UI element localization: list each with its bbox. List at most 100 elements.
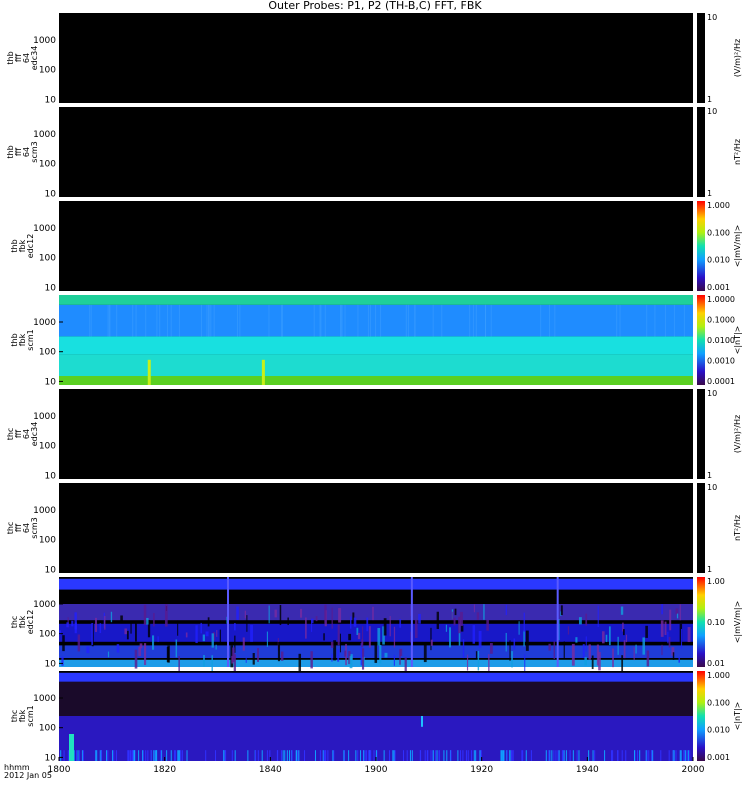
spectrogram-stripe <box>389 616 391 637</box>
panel-label-line: scm1 <box>26 705 35 726</box>
colorbar-label: (V/m)²/Hz <box>733 39 742 77</box>
spectrogram-stripe <box>361 639 364 648</box>
y-tick-label: 100 <box>39 254 56 264</box>
colorbar-tick-label: 1 <box>707 565 712 574</box>
y-tick-label: 1000 <box>33 694 56 704</box>
panel-background <box>59 13 693 103</box>
spectrogram-stripe <box>585 613 588 626</box>
spectrogram-stripe <box>211 655 213 673</box>
y-tick-label: 10 <box>45 471 57 481</box>
spectrogram-stripe <box>319 304 321 337</box>
spectrogram-stripe <box>161 750 163 761</box>
panel-label: thb fff 64 scm3 <box>6 141 39 162</box>
spectrogram-stripe <box>685 750 687 761</box>
panel-label-line: edc34 <box>30 46 39 71</box>
spectrogram-stripe <box>147 750 149 761</box>
spectrogram-stripe <box>366 750 368 761</box>
spectrogram-burst <box>410 577 413 667</box>
spectrogram-stripe <box>71 620 74 627</box>
spectrogram-stripe <box>159 304 161 337</box>
spectrogram-stripe <box>268 304 270 337</box>
spectrogram-stripe <box>575 637 578 643</box>
spectrogram-stripe <box>62 635 65 652</box>
spectrogram-stripe <box>215 644 217 650</box>
y-tick-label: 10 <box>45 189 57 199</box>
colorbar <box>697 389 705 479</box>
spectrogram-band <box>59 672 693 682</box>
spectrogram-stripe <box>99 623 102 634</box>
spectrogram-stripe <box>545 750 547 761</box>
spectrogram-stripe <box>120 615 123 623</box>
spectrogram-stripe <box>449 627 451 648</box>
spectrogram-stripe <box>266 631 269 647</box>
spectrogram-stripe <box>578 750 580 761</box>
spectrogram-stripe <box>115 750 117 761</box>
spectrogram-stripe <box>521 750 523 761</box>
spectrogram-stripe <box>617 636 619 655</box>
colorbar <box>697 107 705 197</box>
spectrogram-stripe <box>66 622 69 628</box>
spectrogram-stripe <box>505 632 507 652</box>
spectrogram-stripe <box>563 641 565 660</box>
colorbar-tick-label: 0.001 <box>707 283 730 292</box>
spectrogram-stripe <box>687 750 689 761</box>
spectrogram-stripe <box>234 623 236 631</box>
spectrogram-stripe <box>406 750 408 761</box>
spectrogram-stripe <box>563 750 565 761</box>
panel-background <box>59 483 693 573</box>
spectrogram-stripe <box>160 750 162 761</box>
spectrogram-panel: 1000 100 10 thb fbk scm1 1.0000 0.1000 0.0100 0.0… <box>10 295 742 387</box>
spectrogram-stripe <box>174 750 176 761</box>
spectrogram-stripe <box>393 626 396 648</box>
spectrogram-stripe <box>138 750 140 761</box>
spectrogram-stripe <box>286 750 288 761</box>
panel-label-line: scm3 <box>30 141 39 162</box>
panel-label: thb fbk scm1 <box>10 329 35 350</box>
spectrogram-burst <box>69 734 74 761</box>
spectrogram-stripe <box>331 607 333 629</box>
panel-background <box>59 201 693 291</box>
spectrogram-burst <box>421 716 423 727</box>
spectrogram-stripe <box>512 750 514 761</box>
spectrogram-stripe <box>383 618 387 636</box>
colorbar-label-text: (V/m)²/Hz <box>733 39 742 77</box>
spectrogram-stripe <box>623 640 626 659</box>
spectrogram-stripe <box>379 644 382 664</box>
panel-label-line: edc34 <box>30 422 39 447</box>
spectrogram-burst <box>227 577 230 667</box>
spectrogram-stripe <box>465 750 467 761</box>
spectrogram-stripe <box>116 304 118 337</box>
spectrogram-stripe <box>420 750 422 761</box>
spectrogram-stripe <box>178 750 180 761</box>
spectrogram-stripe <box>304 750 306 761</box>
spectrogram-stripe <box>411 750 413 761</box>
spectrogram-stripe <box>75 750 77 761</box>
spectrogram-stripe <box>407 304 409 337</box>
spectrogram-stripe <box>471 750 473 761</box>
spectrogram-stripe <box>282 750 284 761</box>
spectrogram-stripe <box>205 750 207 761</box>
colorbar-label-text: <|nT|> <box>733 702 742 731</box>
y-tick-label: 100 <box>39 160 56 170</box>
spectrogram-stripe <box>357 750 359 761</box>
colorbar-tick-label: 1.000 <box>707 201 730 210</box>
spectrogram-stripe <box>687 627 691 643</box>
spectrogram-stripe <box>511 750 513 761</box>
spectrogram-stripe <box>257 648 259 662</box>
spectrogram-stripe <box>548 750 550 761</box>
spectrogram-stripe <box>164 604 168 627</box>
spectrogram-stripe <box>602 631 605 644</box>
y-tick-label: 100 <box>39 442 56 452</box>
spectrogram-stripe <box>348 633 352 641</box>
spectrogram-stripe <box>683 750 685 761</box>
spectrogram-stripe <box>207 617 210 627</box>
spectrogram-stripe <box>185 632 188 638</box>
spectrogram-stripe <box>298 750 300 761</box>
y-tick-label: 1000 <box>33 412 56 422</box>
colorbar <box>697 13 705 103</box>
spectrogram-stripe <box>74 622 77 634</box>
spectrogram-stripe <box>63 750 65 761</box>
spectrogram-stripe <box>289 750 291 761</box>
spectrogram-stripe <box>152 635 155 650</box>
spectrogram-stripe <box>553 641 555 660</box>
